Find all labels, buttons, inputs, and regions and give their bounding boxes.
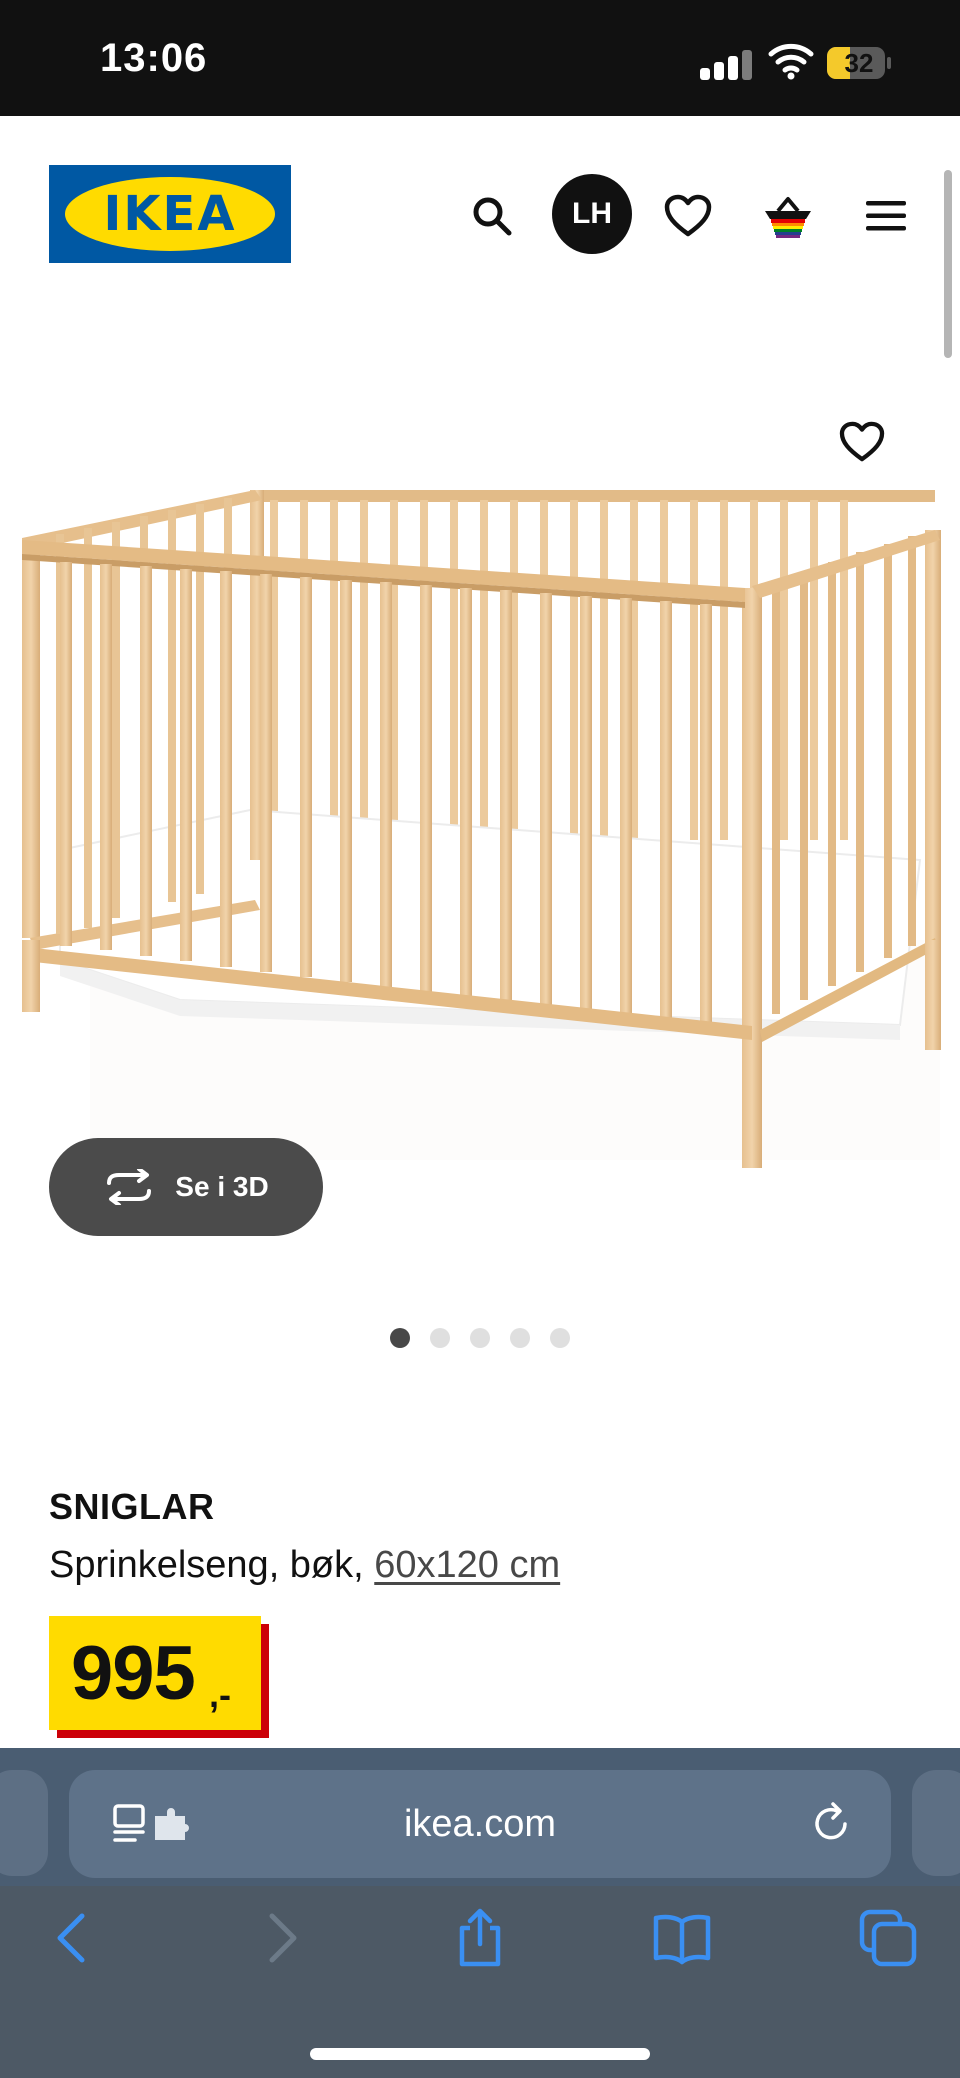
product-image[interactable] [0, 340, 960, 1200]
carousel-dot-4[interactable] [510, 1328, 530, 1348]
wifi-icon [768, 43, 814, 80]
view-in-3d-label: Se i 3D [175, 1171, 269, 1202]
size-link[interactable]: 60x120 cm [374, 1544, 560, 1586]
home-indicator [310, 2048, 650, 2060]
image-carousel-dots [390, 1328, 570, 1348]
bookmarks-icon[interactable] [652, 1908, 712, 1968]
account-avatar[interactable]: LH [552, 174, 632, 254]
forward-icon[interactable] [250, 1908, 310, 1968]
share-icon[interactable] [450, 1908, 510, 1968]
rotate-3d-icon [107, 1169, 152, 1205]
signal-icon [700, 46, 752, 80]
product-description: Sprinkelseng, bøk, 60x120 cm [49, 1544, 560, 1587]
view-in-3d-button[interactable]: Se i 3D [49, 1138, 323, 1236]
menu-icon[interactable] [850, 180, 922, 252]
logo-oval: IKEA [65, 177, 275, 251]
basket-icon[interactable] [752, 180, 824, 252]
price-value: 995 [71, 1631, 196, 1716]
url-text: ikea.com [403, 1803, 557, 1845]
carousel-dot-2[interactable] [430, 1328, 450, 1348]
battery-level: 32 [844, 48, 874, 78]
carousel-dot-5[interactable] [550, 1328, 570, 1348]
heart-icon[interactable] [652, 180, 724, 252]
carousel-dot-3[interactable] [470, 1328, 490, 1348]
search-icon[interactable] [456, 180, 528, 252]
address-bar-band: ikea.com [0, 1748, 960, 1886]
browser-toolbar: ikea.com [0, 1748, 960, 2078]
back-icon[interactable] [44, 1908, 104, 1968]
status-time: 13:06 [100, 36, 208, 80]
add-to-favorites-heart-icon[interactable] [828, 408, 896, 476]
address-bar[interactable]: ikea.com [69, 1770, 891, 1878]
logo-text: IKEA [103, 186, 237, 242]
product-name: SNIGLAR [49, 1486, 215, 1527]
page-scroll-indicator [944, 170, 952, 358]
price-tag-face: 995 ,- [49, 1616, 261, 1730]
reload-icon[interactable] [809, 1802, 853, 1846]
status-bar: 13:06 32 [0, 0, 960, 116]
tabs-icon[interactable] [858, 1908, 918, 1968]
product-description-text: Sprinkelseng, bøk, [49, 1544, 375, 1586]
price-suffix: ,- [209, 1674, 231, 1715]
price-tag: 995 ,- [49, 1616, 269, 1738]
carousel-dot-1[interactable] [390, 1328, 410, 1348]
ikea-logo[interactable]: IKEA [49, 165, 291, 263]
next-tab-preview[interactable] [912, 1770, 960, 1876]
previous-tab-preview[interactable] [0, 1770, 48, 1876]
